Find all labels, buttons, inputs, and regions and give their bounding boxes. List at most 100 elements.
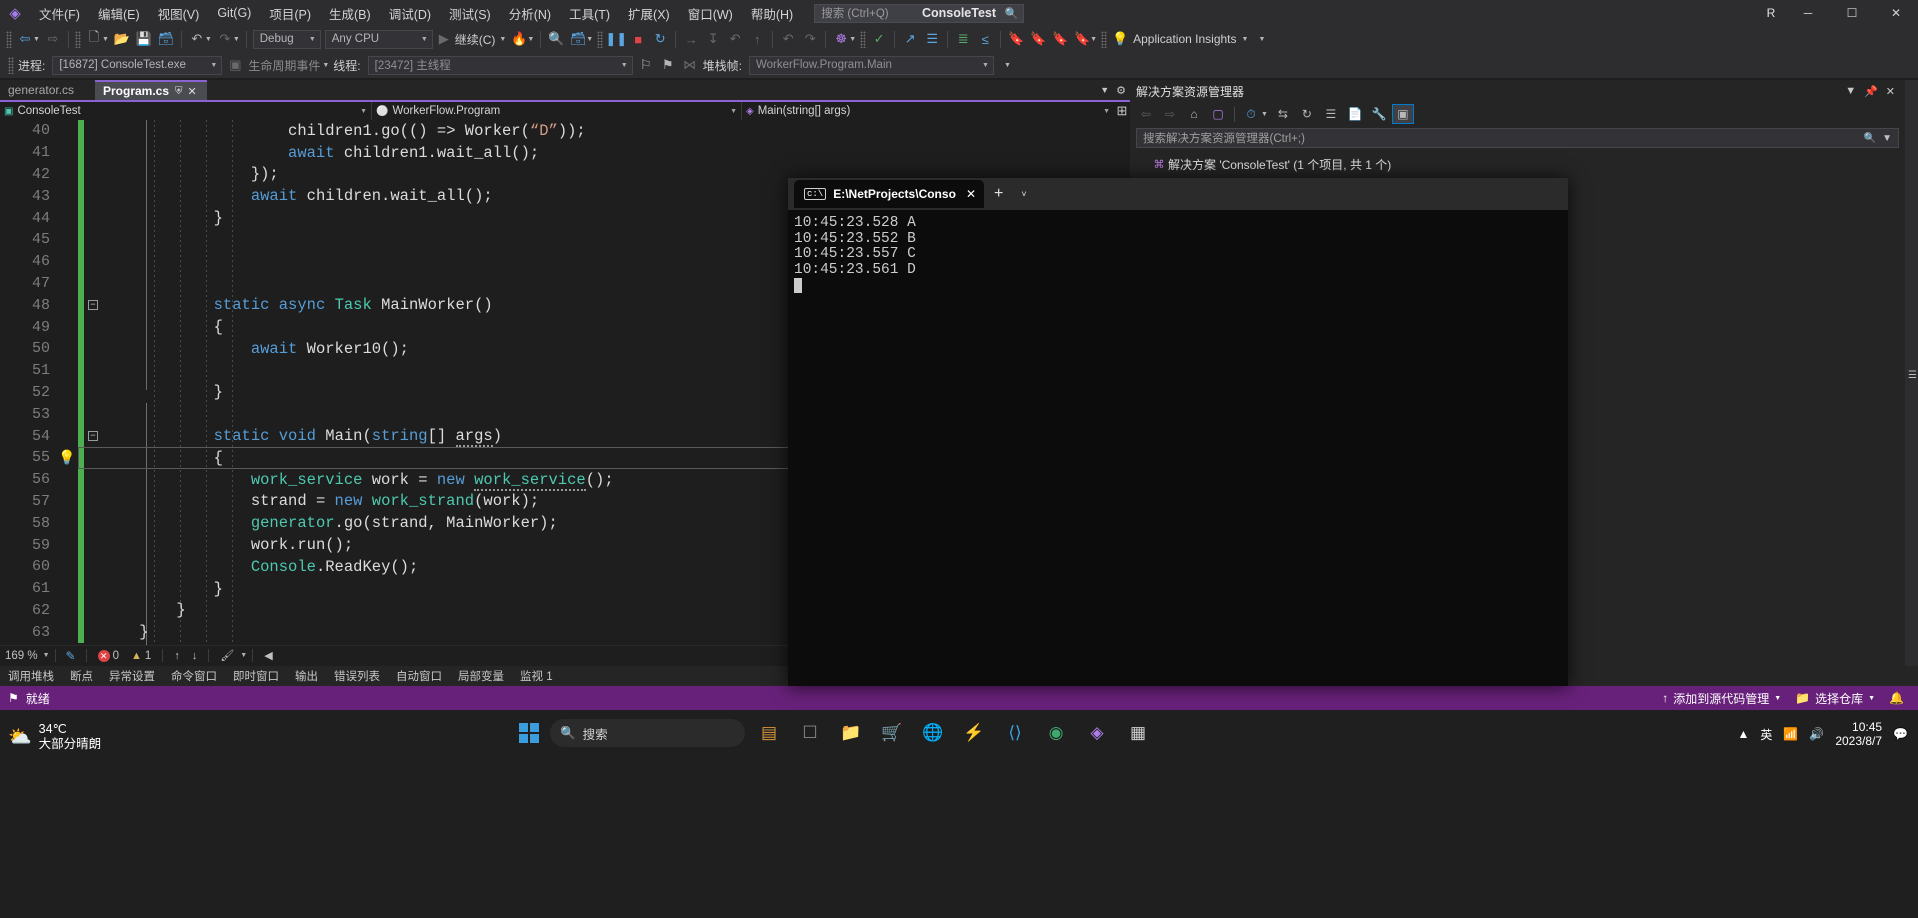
comment-selection-icon[interactable]: ☰ <box>921 28 943 50</box>
next-bookmark-icon[interactable]: 🔖 <box>1049 28 1071 50</box>
error-count-chip[interactable]: ✕ 0 <box>92 649 125 662</box>
chevron-down-icon[interactable]: ▼ <box>1100 85 1109 95</box>
menu-item-extensions[interactable]: 扩展(X) <box>619 0 679 27</box>
decrease-indent-icon[interactable]: ≤ <box>974 28 996 50</box>
solution-explorer-search-input[interactable]: 搜索解决方案资源管理器(Ctrl+;) 🔍 ▼ <box>1136 128 1899 148</box>
continue-play-icon[interactable]: ▶ <box>435 28 453 50</box>
code-text[interactable]: children1.go(() => Worker(“D”)); <box>102 122 1114 140</box>
gear-icon[interactable]: ⚙ <box>1116 84 1126 97</box>
lightbulb-icon[interactable]: 💡 <box>56 449 78 466</box>
task-view-icon[interactable]: ☐ <box>793 718 827 748</box>
code-line[interactable]: 41 await children1.wait_all(); <box>0 141 1114 164</box>
network-icon[interactable]: 📶 <box>1783 727 1798 741</box>
console-output[interactable]: 10:45:23.528 A 10:45:23.552 B 10:45:23.557… <box>788 210 1568 296</box>
stop-debugging-icon[interactable]: ■ <box>627 28 649 50</box>
search-icon[interactable]: 🔍 <box>1864 133 1876 144</box>
continue-caret-icon[interactable]: ▼ <box>499 36 506 43</box>
menu-item-debug[interactable]: 调试(D) <box>380 0 440 27</box>
pin-icon[interactable]: 📌 <box>1860 85 1882 98</box>
stackframe-combo[interactable]: WorkerFlow.Program.Main ▼ <box>748 55 994 75</box>
warning-count-chip[interactable]: ▲ 1 <box>125 650 157 662</box>
new-project-caret-icon[interactable]: ▼ <box>102 36 109 43</box>
toolbar-grip[interactable] <box>6 30 12 48</box>
chevron-down-icon[interactable]: ▼ <box>1841 85 1860 97</box>
right-tool-rail[interactable]: ☰ <box>1905 80 1918 666</box>
clock-widget[interactable]: 10:45 2023/8/7 <box>1835 720 1882 748</box>
lightbulb-insights-icon[interactable]: 💡 <box>1109 28 1131 50</box>
save-all-icon[interactable]: 🗃 <box>155 28 177 50</box>
taskbar-search-input[interactable]: 🔍 搜索 <box>550 719 745 747</box>
dock-tab-output[interactable]: 输出 <box>287 666 326 686</box>
threads-caret-icon[interactable]: ▼ <box>849 36 856 43</box>
pin-icon[interactable]: ⛨ <box>175 86 183 97</box>
menu-item-build[interactable]: 生成(B) <box>320 0 380 27</box>
toolbar-grip[interactable] <box>860 30 867 48</box>
hot-reload-caret-icon[interactable]: ▼ <box>527 36 534 43</box>
start-button-icon[interactable] <box>515 719 543 747</box>
configuration-combo[interactable]: Debug ▼ <box>252 29 321 49</box>
debug-layout-caret-icon[interactable]: ▼ <box>586 36 593 43</box>
lifecycle-events-icon[interactable]: ▣ <box>224 54 246 76</box>
solution-icon[interactable]: ▢ <box>1207 104 1229 124</box>
code-line[interactable]: 40 children1.go(() => Worker(“D”)); <box>0 120 1114 142</box>
attach-to-process-icon[interactable]: 🔍 <box>545 28 567 50</box>
bookmarks-overflow-icon[interactable]: ▼ <box>1090 36 1097 43</box>
edge-browser-icon[interactable]: 🌐 <box>916 718 950 748</box>
code-text[interactable]: await children1.wait_all(); <box>102 144 1114 162</box>
solution-tree-node[interactable]: ⌘ 解决方案 'ConsoleTest' (1 个项目, 共 1 个) <box>1130 154 1905 174</box>
toolbar-grip[interactable] <box>1101 30 1108 48</box>
visual-studio-taskbar-icon[interactable]: ◈ <box>1080 718 1114 748</box>
toolbar-grip[interactable] <box>8 56 14 74</box>
next-issue-icon[interactable]: ↓ <box>186 650 204 662</box>
debug-toolbar-overflow-icon[interactable]: ▼ <box>1004 62 1011 69</box>
spellcheck-icon[interactable]: ✓ <box>868 28 890 50</box>
toolbar-grip[interactable] <box>597 30 604 48</box>
menu-item-view[interactable]: 视图(V) <box>149 0 209 27</box>
lifecycle-label[interactable]: 生命周期事件 <box>248 57 320 74</box>
close-icon[interactable]: ✕ <box>1882 85 1899 98</box>
navigate-back-caret-icon[interactable]: ▼ <box>33 36 40 43</box>
refresh-icon[interactable]: ↻ <box>1296 104 1318 124</box>
dock-tab-immediate-window[interactable]: 即时窗口 <box>225 666 287 686</box>
goto-definition-icon[interactable]: ↗ <box>899 28 921 50</box>
back-icon[interactable]: ⇦ <box>1135 104 1157 124</box>
console-taskbar-icon[interactable]: ▦ <box>1121 718 1155 748</box>
navigate-forward-icon[interactable]: ⇨ <box>42 28 64 50</box>
menu-item-tools[interactable]: 工具(T) <box>560 0 619 27</box>
dock-tab-watch-1[interactable]: 监视 1 <box>512 666 561 686</box>
navbar-project-dropdown[interactable]: ▣ ConsoleTest ▼ <box>0 102 372 120</box>
ink-annotation-icon[interactable]: ✎ <box>61 649 81 663</box>
platform-combo[interactable]: Any CPU ▼ <box>324 29 433 49</box>
undo-caret-icon[interactable]: ▼ <box>205 36 212 43</box>
split-view-icon[interactable]: ⊞ <box>1114 103 1130 119</box>
run-to-cursor-icon[interactable]: ↑ <box>746 28 768 50</box>
flag-all-threads-icon[interactable]: ⚑ <box>657 54 679 76</box>
step-backward-icon[interactable]: ↶ <box>777 28 799 50</box>
step-over-icon[interactable]: → <box>680 28 702 50</box>
nvidia-icon[interactable]: ⚡ <box>957 718 991 748</box>
notifications-bell-icon[interactable]: 🔔 <box>1889 691 1904 705</box>
open-file-icon[interactable]: 📂 <box>111 28 133 50</box>
process-combo[interactable]: [16872] ConsoleTest.exe ▼ <box>52 55 223 75</box>
select-repository[interactable]: 📁 选择仓库 ▼ <box>1795 690 1875 707</box>
continue-label[interactable]: 继续(C) <box>455 31 496 48</box>
increase-indent-icon[interactable]: ≣ <box>952 28 974 50</box>
application-insights-label[interactable]: Application Insights <box>1133 32 1236 46</box>
chevron-down-icon[interactable]: ▼ <box>240 652 247 659</box>
forward-icon[interactable]: ⇨ <box>1159 104 1181 124</box>
menu-item-file[interactable]: 文件(F) <box>30 0 89 27</box>
navbar-type-dropdown[interactable]: ⚪ WorkerFlow.Program ▼ <box>372 102 742 120</box>
app-insights-caret-icon[interactable]: ▼ <box>1242 36 1249 43</box>
properties-icon[interactable]: 🔧 <box>1368 104 1390 124</box>
dock-tab-breakpoints[interactable]: 断点 <box>62 666 101 686</box>
toggle-bookmark-icon[interactable]: 🔖 <box>1005 28 1027 50</box>
account-avatar[interactable]: R <box>1756 6 1786 20</box>
step-into-icon[interactable]: ↧ <box>702 28 724 50</box>
volume-icon[interactable]: 🔊 <box>1809 727 1824 741</box>
dock-tab-command-window[interactable]: 命令窗口 <box>163 666 225 686</box>
step-out-icon[interactable]: ↶ <box>724 28 746 50</box>
close-button[interactable]: ✕ <box>1874 0 1918 26</box>
chevron-down-icon[interactable]: ▼ <box>43 652 50 659</box>
dock-tab-exception-settings[interactable]: 异常设置 <box>101 666 163 686</box>
dock-tab-autos[interactable]: 自动窗口 <box>388 666 450 686</box>
